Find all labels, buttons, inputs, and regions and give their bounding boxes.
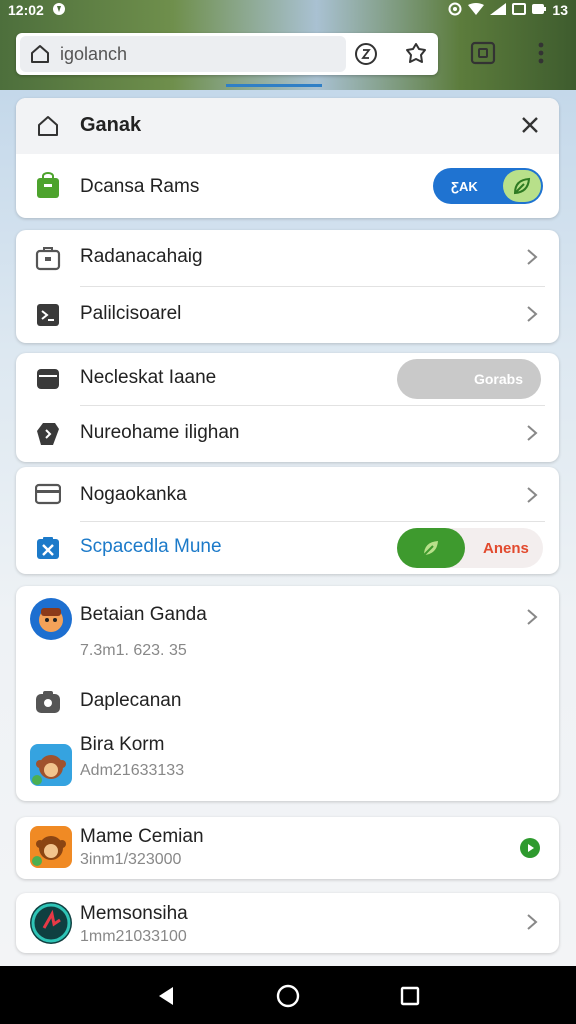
panel-top-row[interactable]: Dcansa Rams ƸAK (16, 154, 559, 218)
app-subtitle: 1mm21033100 (80, 928, 187, 945)
leaf-icon (397, 528, 465, 568)
home-icon[interactable] (34, 112, 62, 140)
shopping-bag-icon (34, 172, 62, 200)
chevron-right-icon (525, 424, 539, 442)
chevron-right-icon (525, 608, 539, 626)
settings-card-1: Radanacahaig Palilcisoarel (16, 230, 559, 343)
list-item-label: Scpacedla Mune (80, 536, 222, 557)
tools-icon (34, 534, 62, 562)
feature-toggle[interactable]: ƸAK (433, 168, 543, 204)
list-item-label: Nureohame ilighan (80, 422, 240, 443)
battery-level: 13 (552, 2, 568, 18)
translate-icon[interactable] (354, 42, 378, 66)
app-title: Daplecanan (80, 690, 182, 711)
panel-top-row-label: Dcansa Rams (80, 176, 200, 197)
list-item[interactable]: Palilcisoarel (16, 287, 559, 343)
leaf-icon (503, 170, 541, 202)
feature-switch-text: Anens (483, 539, 529, 557)
list-item-label: Necleskat Iaane (80, 367, 217, 388)
close-icon[interactable] (519, 114, 541, 136)
sim-icon (512, 2, 527, 18)
status-time: 12:02 (8, 2, 44, 18)
system-nav-bar (0, 966, 576, 1024)
url-progress-indicator (226, 84, 322, 87)
game-avatar-icon (30, 598, 72, 640)
home-circle-icon[interactable] (274, 982, 302, 1010)
app-title: Memsonsiha (80, 903, 188, 924)
monkey-game-icon (30, 826, 72, 868)
list-item[interactable]: Necleskat Iaane Gorabs (16, 353, 559, 405)
list-item[interactable]: Nogaokanka (16, 467, 559, 521)
url-field[interactable]: igolanch (20, 36, 346, 72)
url-text: igolanch (60, 43, 128, 64)
tabs-switcher-icon[interactable] (470, 40, 496, 66)
archive-icon (34, 365, 62, 393)
back-icon[interactable] (152, 982, 180, 1010)
app-item[interactable]: Betaian Ganda 7.3m1. 623. 35 (16, 586, 559, 676)
home-icon[interactable] (20, 43, 60, 65)
chevron-right-icon (525, 486, 539, 504)
settings-card-3: Nogaokanka Scpacedla Mune Anens (16, 467, 559, 574)
apps-card: Betaian Ganda 7.3m1. 623. 35 Daplecanan … (16, 586, 559, 801)
panel-card: Ganak Dcansa Rams ƸAK (16, 98, 559, 218)
tag-icon (34, 420, 62, 448)
camera-icon (34, 688, 62, 716)
battery-icon (532, 2, 547, 18)
list-item[interactable]: Scpacedla Mune Anens (16, 522, 559, 574)
terminal-icon (34, 301, 62, 329)
sync-icon (448, 2, 462, 19)
app-item[interactable]: Mame Cemian 3inm1/323000 (16, 817, 559, 879)
list-item[interactable]: Radanacahaig (16, 230, 559, 286)
notification-icon (52, 2, 66, 19)
credit-card-icon (34, 480, 62, 508)
list-item-label: Palilcisoarel (80, 303, 182, 324)
list-item[interactable]: Nureohame ilighan (16, 406, 559, 462)
status-bar: 12:02 13 (0, 0, 576, 20)
chevron-right-icon (525, 248, 539, 266)
chevron-right-icon (525, 305, 539, 323)
feature-switch[interactable]: Anens (397, 528, 543, 568)
recents-icon[interactable] (396, 982, 424, 1010)
action-button[interactable]: Gorabs (397, 359, 541, 399)
app-card[interactable]: Memsonsiha 1mm21033100 (16, 893, 559, 953)
app-title: Betaian Ganda (80, 604, 207, 625)
settings-card-2: Necleskat Iaane Gorabs Nureohame ilighan (16, 353, 559, 462)
app-subtitle: 3inm1/323000 (80, 851, 182, 868)
app-item[interactable]: Daplecanan (16, 676, 559, 726)
app-subtitle: 7.3m1. 623. 35 (80, 642, 187, 659)
app-subtitle: Adm21633133 (80, 762, 185, 779)
app-card[interactable]: Mame Cemian 3inm1/323000 (16, 817, 559, 879)
chevron-right-icon (525, 913, 539, 931)
app-item[interactable]: Bira Korm Adm21633133 (16, 726, 559, 796)
overflow-menu-icon[interactable] (530, 40, 552, 66)
panel-title: Ganak (80, 114, 142, 136)
play-icon[interactable] (519, 837, 541, 859)
monkey-game-icon (30, 744, 72, 786)
list-item-label: Radanacahaig (80, 246, 203, 267)
extension-icon[interactable] (404, 42, 428, 66)
signal-icon (490, 2, 507, 18)
wifi-icon (468, 2, 485, 18)
panel-header: Ganak (16, 98, 559, 154)
app-item[interactable]: Memsonsiha 1mm21033100 (16, 893, 559, 953)
briefcase-icon (34, 244, 62, 272)
list-item-label: Nogaokanka (80, 484, 187, 505)
action-button-label: Gorabs (473, 371, 523, 387)
app-logo-icon (30, 902, 72, 944)
app-title: Mame Cemian (80, 826, 204, 847)
app-title: Bira Korm (80, 734, 165, 755)
address-bar: igolanch (16, 33, 438, 75)
feature-toggle-text: ƸAK (451, 178, 478, 194)
